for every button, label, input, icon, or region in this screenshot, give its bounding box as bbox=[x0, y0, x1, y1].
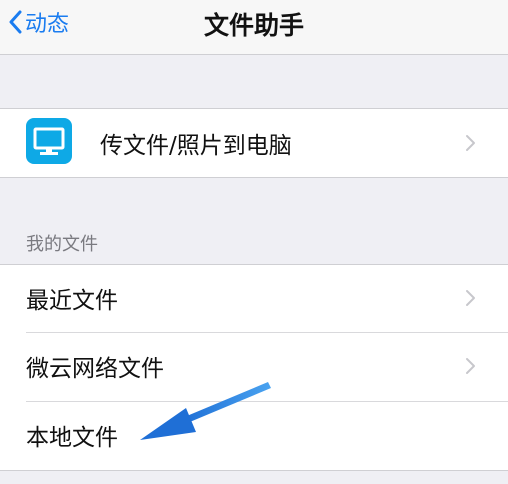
transfer-label: 传文件/照片到电脑 bbox=[100, 133, 292, 159]
recent-files-row[interactable]: 最近文件 bbox=[0, 265, 508, 331]
list-item-label: 最近文件 bbox=[26, 288, 118, 314]
transfer-to-computer-row[interactable]: 传文件/照片到电脑 bbox=[0, 110, 508, 176]
section-header-my-files: 我的文件 bbox=[26, 234, 98, 255]
chevron-right-icon bbox=[466, 135, 475, 151]
list-item-label: 本地文件 bbox=[26, 425, 118, 451]
navigation-bar: 动态 文件助手 bbox=[0, 0, 508, 55]
page-title: 文件助手 bbox=[203, 11, 304, 40]
divider bbox=[0, 177, 508, 178]
chevron-right-icon bbox=[466, 358, 475, 374]
list-item-label: 微云网络文件 bbox=[26, 356, 164, 382]
divider bbox=[0, 470, 508, 471]
local-files-row[interactable]: 本地文件 bbox=[0, 402, 508, 468]
chevron-right-icon bbox=[466, 290, 475, 306]
computer-monitor-icon bbox=[26, 118, 72, 164]
weiyun-files-row[interactable]: 微云网络文件 bbox=[0, 333, 508, 399]
